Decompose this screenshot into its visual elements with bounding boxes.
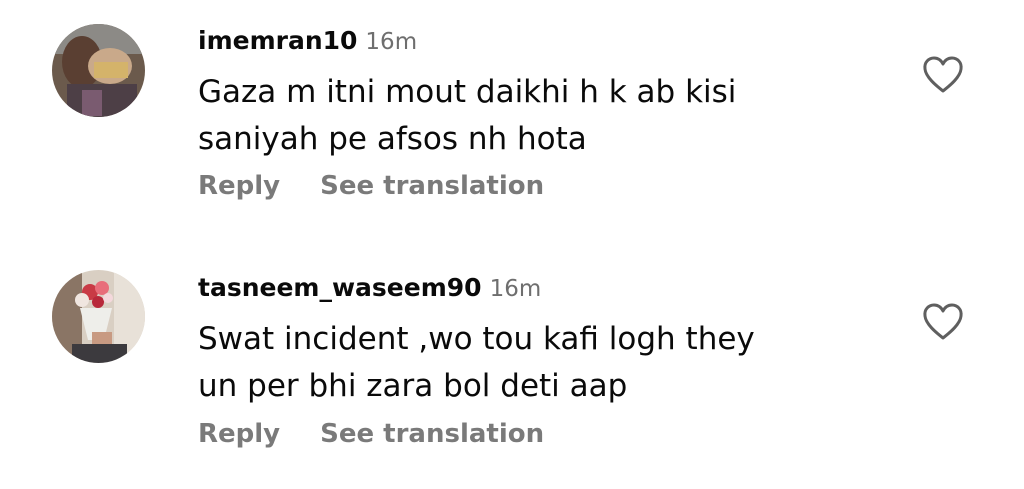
heart-outline-icon[interactable]	[922, 56, 964, 94]
avatar[interactable]	[52, 24, 145, 117]
username-link[interactable]: imemran10	[198, 26, 357, 55]
comment-header: imemran10 16m	[198, 26, 417, 55]
comment-actions: Reply See translation	[198, 419, 544, 449]
comment-text: Gaza m itni mout daikhi h k ab kisi sani…	[198, 74, 737, 157]
reply-button[interactable]: Reply	[198, 171, 280, 201]
see-translation-button[interactable]: See translation	[320, 419, 544, 449]
timestamp: 16m	[365, 29, 418, 55]
heart-outline-icon[interactable]	[922, 303, 964, 341]
comment-item: tasneem_waseem90 16m Swat incident ,wo to…	[0, 250, 1024, 489]
timestamp: 16m	[489, 276, 542, 302]
avatar[interactable]	[52, 270, 145, 363]
comment-text: Swat incident ,wo tou kafi logh they un …	[198, 321, 755, 404]
reply-button[interactable]: Reply	[198, 419, 280, 449]
see-translation-button[interactable]: See translation	[320, 171, 544, 201]
avatar-photo	[52, 24, 145, 117]
comment-header: tasneem_waseem90 16m	[198, 273, 541, 302]
avatar-photo	[52, 270, 145, 363]
username-link[interactable]: tasneem_waseem90	[198, 273, 482, 302]
comment-actions: Reply See translation	[198, 171, 544, 201]
comment-item: imemran10 16m Gaza m itni mout daikhi h k…	[0, 0, 1024, 240]
